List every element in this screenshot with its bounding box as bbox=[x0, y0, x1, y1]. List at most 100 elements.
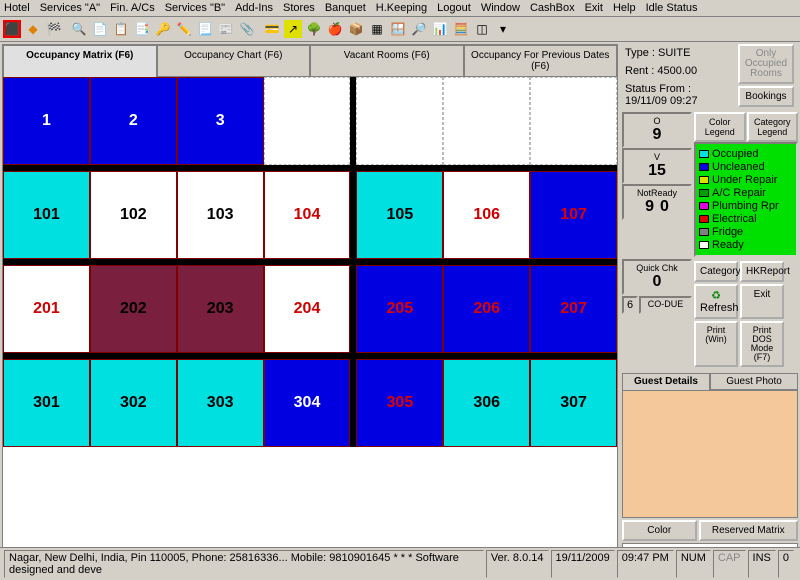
occupancy-panel: Occupancy Matrix (F6) Occupancy Chart (F… bbox=[2, 44, 618, 560]
tb-cube[interactable]: ◫ bbox=[472, 19, 492, 39]
hkreport-button[interactable]: HKReport bbox=[740, 261, 784, 282]
room-cell[interactable]: 205 bbox=[356, 265, 443, 353]
menu-item[interactable]: Banquet bbox=[325, 2, 366, 14]
room-cell[interactable]: 306 bbox=[443, 359, 530, 447]
menu-item[interactable]: Exit bbox=[585, 2, 603, 14]
tb-search2[interactable]: 🔎 bbox=[409, 19, 429, 39]
tab-chart[interactable]: Occupancy Chart (F6) bbox=[157, 45, 311, 77]
menu-item[interactable]: Idle Status bbox=[646, 2, 698, 14]
tb-calc[interactable]: 🧮 bbox=[451, 19, 471, 39]
menu-item[interactable]: H.Keeping bbox=[376, 2, 427, 14]
tab-prev[interactable]: Occupancy For Previous Dates (F6) bbox=[464, 45, 618, 77]
room-cell[interactable]: 106 bbox=[443, 171, 530, 259]
room-cell[interactable]: 1 bbox=[3, 77, 90, 165]
room-cell[interactable]: 203 bbox=[177, 265, 264, 353]
only-occupied-button[interactable]: Only Occupied Rooms bbox=[738, 44, 794, 84]
room-cell[interactable]: 204 bbox=[264, 265, 351, 353]
co-label: CO-DUE bbox=[639, 296, 692, 314]
tb-doc1[interactable]: 📄 bbox=[90, 19, 110, 39]
room-cell[interactable]: 105 bbox=[356, 171, 443, 259]
menu-item[interactable]: CashBox bbox=[530, 2, 575, 14]
menu-item[interactable]: Services "A" bbox=[40, 2, 100, 14]
room-cell[interactable]: 307 bbox=[530, 359, 617, 447]
room-cell[interactable]: 305 bbox=[356, 359, 443, 447]
toolbar: ⬛ ◆ 🏁 🔍 📄 📋 📑 🔑 ✏️ 📃 📰 📎 💳 ↗ 🌳 🍎 📦 ▦ 🪟 🔎… bbox=[0, 17, 800, 42]
room-cell[interactable]: 2 bbox=[90, 77, 177, 165]
room-cell[interactable]: 301 bbox=[3, 359, 90, 447]
tb-apple[interactable]: 🍎 bbox=[325, 19, 345, 39]
tb-info[interactable]: ◆ bbox=[23, 19, 43, 39]
menu-item[interactable]: Services "B" bbox=[165, 2, 225, 14]
room-cell[interactable] bbox=[264, 77, 351, 165]
color-legend-tab[interactable]: Color Legend bbox=[694, 112, 746, 142]
room-cell[interactable]: 102 bbox=[90, 171, 177, 259]
tab-matrix[interactable]: Occupancy Matrix (F6) bbox=[3, 45, 157, 77]
v-label: V bbox=[630, 152, 684, 162]
menu-item[interactable]: Logout bbox=[437, 2, 471, 14]
tb-chart[interactable]: 📊 bbox=[430, 19, 450, 39]
room-cell[interactable] bbox=[530, 77, 617, 165]
tb-doc5[interactable]: 📰 bbox=[216, 19, 236, 39]
status-time: 09:47 PM bbox=[617, 550, 674, 578]
exit-button[interactable]: Exit bbox=[740, 284, 784, 319]
status-ver: Ver. 8.0.14 bbox=[486, 550, 549, 578]
category-button[interactable]: Category bbox=[694, 261, 738, 282]
tb-pencil[interactable]: ✏️ bbox=[174, 19, 194, 39]
tb-doc2[interactable]: 📋 bbox=[111, 19, 131, 39]
menu-item[interactable]: Hotel bbox=[4, 2, 30, 14]
statusbar: Nagar, New Delhi, India, Pin 110005, Pho… bbox=[0, 547, 800, 580]
nr-a: 9 bbox=[645, 198, 654, 216]
bookings-button[interactable]: Bookings bbox=[738, 86, 794, 107]
print-button[interactable]: Print (Win) bbox=[694, 321, 738, 367]
status-cap: CAP bbox=[713, 550, 746, 578]
room-cell[interactable]: 206 bbox=[443, 265, 530, 353]
o-label: O bbox=[630, 116, 684, 126]
tb-drop[interactable]: ▾ bbox=[493, 19, 513, 39]
room-cell[interactable] bbox=[443, 77, 530, 165]
reserved-matrix-button[interactable]: Reserved Matrix bbox=[699, 520, 799, 541]
tb-card[interactable]: 💳 bbox=[262, 19, 282, 39]
menu-item[interactable]: Fin. A/Cs bbox=[110, 2, 155, 14]
tb-doc3[interactable]: 📑 bbox=[132, 19, 152, 39]
rent-value: 4500.00 bbox=[657, 65, 697, 77]
menu-item[interactable]: Stores bbox=[283, 2, 315, 14]
tb-key[interactable]: 🔑 bbox=[153, 19, 173, 39]
room-cell[interactable]: 207 bbox=[530, 265, 617, 353]
room-cell[interactable]: 302 bbox=[90, 359, 177, 447]
tb-grid[interactable]: ▦ bbox=[367, 19, 387, 39]
room-cell[interactable]: 101 bbox=[3, 171, 90, 259]
menu-item[interactable]: Help bbox=[613, 2, 636, 14]
tb-tree[interactable]: 🌳 bbox=[304, 19, 324, 39]
tb-win[interactable]: 🪟 bbox=[388, 19, 408, 39]
room-cell[interactable]: 304 bbox=[264, 359, 351, 447]
tb-box[interactable]: 📦 bbox=[346, 19, 366, 39]
guest-details-body bbox=[622, 390, 798, 518]
menu-item[interactable]: Add-Ins bbox=[235, 2, 273, 14]
o-value: 9 bbox=[630, 126, 684, 144]
tb-clip[interactable]: 📎 bbox=[237, 19, 257, 39]
color-button[interactable]: Color bbox=[622, 520, 697, 541]
room-cell[interactable]: 107 bbox=[530, 171, 617, 259]
tb-search[interactable]: 🔍 bbox=[69, 19, 89, 39]
room-cell[interactable]: 104 bbox=[264, 171, 351, 259]
guest-photo-tab[interactable]: Guest Photo bbox=[710, 373, 798, 390]
refresh-button[interactable]: ♻ Refresh bbox=[694, 284, 738, 319]
room-cell[interactable] bbox=[356, 77, 443, 165]
status-value: 19/11/09 09:27 bbox=[625, 95, 698, 107]
tb-flag[interactable]: 🏁 bbox=[44, 19, 64, 39]
tb-stop[interactable]: ⬛ bbox=[2, 19, 22, 39]
menu-item[interactable]: Window bbox=[481, 2, 520, 14]
tab-vacant[interactable]: Vacant Rooms (F6) bbox=[310, 45, 464, 77]
guest-details-tab[interactable]: Guest Details bbox=[622, 373, 710, 390]
tb-doc4[interactable]: 📃 bbox=[195, 19, 215, 39]
room-cell[interactable]: 201 bbox=[3, 265, 90, 353]
room-cell[interactable]: 103 bbox=[177, 171, 264, 259]
type-value: SUITE bbox=[658, 47, 690, 59]
legend-item: Plumbing Rpr bbox=[699, 200, 793, 212]
tb-exit[interactable]: ↗ bbox=[283, 19, 303, 39]
room-cell[interactable]: 3 bbox=[177, 77, 264, 165]
room-cell[interactable]: 202 bbox=[90, 265, 177, 353]
category-legend-tab[interactable]: Category Legend bbox=[747, 112, 799, 142]
printdos-button[interactable]: Print DOS Mode (F7) bbox=[740, 321, 784, 367]
room-cell[interactable]: 303 bbox=[177, 359, 264, 447]
